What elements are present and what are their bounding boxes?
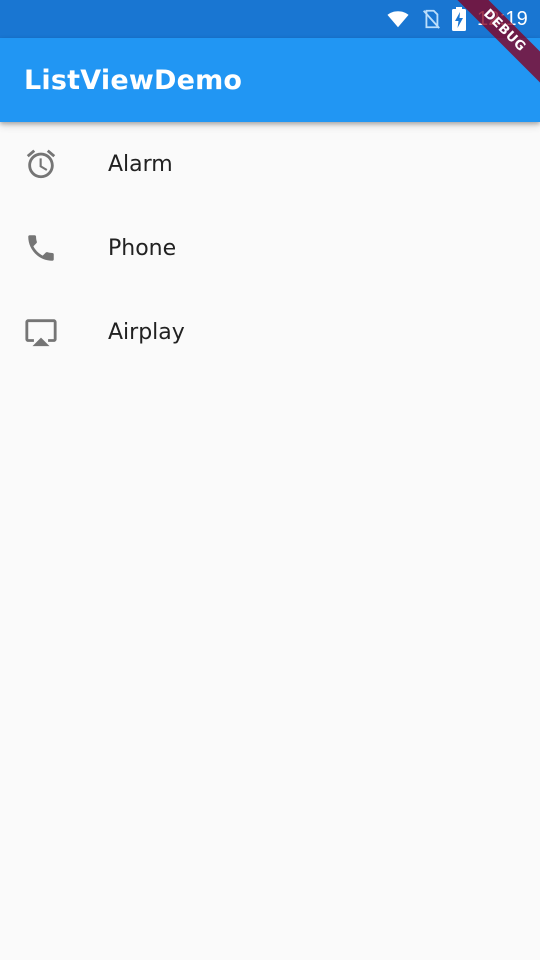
airplay-icon [0,315,108,349]
app-bar: ListViewDemo [0,38,540,122]
list-item-label: Phone [108,235,177,261]
app-title: ListViewDemo [24,64,243,96]
list-item-alarm[interactable]: Alarm [0,122,540,206]
list-item-label: Alarm [108,151,173,177]
list-item-phone[interactable]: Phone [0,206,540,290]
status-bar: 12:19 [0,0,540,38]
no-sim-icon [421,8,441,30]
status-time: 12:19 [476,7,528,30]
wifi-icon [385,8,411,30]
alarm-icon [0,147,108,181]
phone-icon [0,231,108,265]
list-item-airplay[interactable]: Airplay [0,290,540,374]
list-item-label: Airplay [108,319,185,345]
screen: 12:19 ListViewDemo Alarm Phone Airplay D… [0,0,540,960]
list-view[interactable]: Alarm Phone Airplay [0,122,540,374]
battery-charging-icon [451,7,467,31]
